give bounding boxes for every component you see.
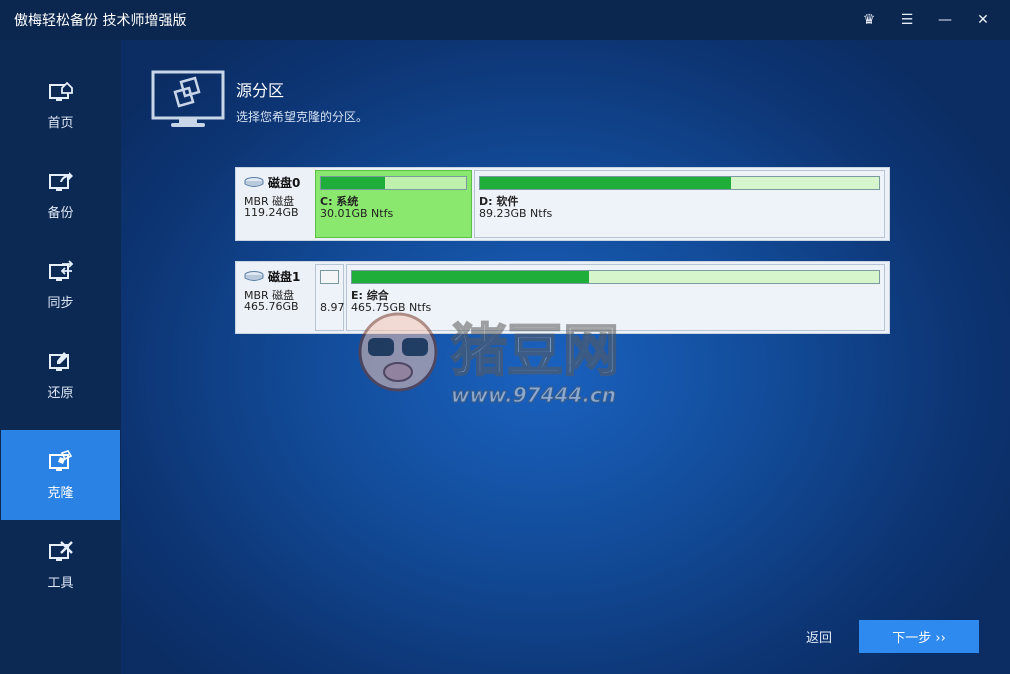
disk-panel-0: 磁盘0 MBR 磁盘 119.24GB C: 系统 30.01GB Ntfs D… xyxy=(235,167,890,241)
sidebar-item-label: 克隆 xyxy=(47,485,74,501)
sidebar-item-label: 首页 xyxy=(47,115,74,131)
disk-size: 465.76GB xyxy=(244,300,299,313)
partition-info: 465.75GB Ntfs xyxy=(351,301,432,314)
back-button[interactable]: 返回 xyxy=(793,620,845,652)
tools-monitor-icon xyxy=(48,540,73,561)
partition-e[interactable]: E: 综合 465.75GB Ntfs xyxy=(346,264,885,331)
sidebar-item-tools[interactable]: 工具 xyxy=(0,520,121,610)
clone-monitor-icon xyxy=(48,449,72,471)
sidebar-item-restore[interactable]: 还原 xyxy=(0,330,121,420)
disk-info: 磁盘0 MBR 磁盘 119.24GB xyxy=(236,168,314,240)
close-icon[interactable]: ✕ xyxy=(964,0,1002,40)
usage-bar xyxy=(351,270,880,284)
disk-size: 119.24GB xyxy=(244,206,299,219)
usage-bar xyxy=(479,176,880,190)
sidebar-item-label: 工具 xyxy=(47,575,74,591)
next-button[interactable]: 下一步 ›› xyxy=(859,620,979,653)
disk-info: 磁盘1 MBR 磁盘 465.76GB xyxy=(236,262,314,333)
sidebar: 首页 备份 同步 还原 克隆 工具 xyxy=(0,40,121,674)
sync-monitor-icon xyxy=(48,259,73,281)
disk-icon xyxy=(244,271,264,281)
sidebar-item-label: 还原 xyxy=(47,385,74,401)
partition-small[interactable]: 8.97 xyxy=(315,264,345,331)
sidebar-item-sync[interactable]: 同步 xyxy=(0,240,121,330)
partition-clone-icon xyxy=(151,70,225,127)
disk-panel-1: 磁盘1 MBR 磁盘 465.76GB 8.97 E: 综合 465.75GB … xyxy=(235,261,890,334)
usage-bar xyxy=(320,270,339,284)
disk-name: 磁盘0 xyxy=(268,176,301,190)
sidebar-item-clone[interactable]: 克隆 xyxy=(1,430,120,520)
window-controls: ♛ ☰ — ✕ xyxy=(850,0,1002,40)
backup-monitor-icon xyxy=(48,171,73,191)
partition-info: 89.23GB Ntfs xyxy=(479,207,553,220)
title-bar: 傲梅轻松备份 技术师增强版 ♛ ☰ — ✕ xyxy=(0,0,1010,40)
minimize-icon[interactable]: — xyxy=(926,0,964,40)
partition-d[interactable]: D: 软件 89.23GB Ntfs xyxy=(474,170,885,238)
sidebar-item-backup[interactable]: 备份 xyxy=(0,150,121,240)
home-monitor-icon xyxy=(48,81,73,101)
partition-c[interactable]: C: 系统 30.01GB Ntfs xyxy=(315,170,472,238)
usage-bar xyxy=(320,176,467,190)
partition-info: 8.97 xyxy=(320,301,345,314)
page-title: 源分区 xyxy=(236,81,285,100)
crown-icon[interactable]: ♛ xyxy=(850,0,888,40)
restore-monitor-icon xyxy=(48,351,69,371)
page-subtitle: 选择您希望克隆的分区。 xyxy=(236,110,369,124)
menu-icon[interactable]: ☰ xyxy=(888,0,926,40)
partition-info: 30.01GB Ntfs xyxy=(320,207,394,220)
main-panel: 源分区 选择您希望克隆的分区。 磁盘0 MBR 磁盘 119.24GB C: 系… xyxy=(121,40,1010,674)
app-title: 傲梅轻松备份 技术师增强版 xyxy=(14,13,187,29)
sidebar-item-label: 同步 xyxy=(47,295,74,311)
svg-text:www.97444.cn: www.97444.cn xyxy=(451,383,616,407)
disk-name: 磁盘1 xyxy=(268,270,301,284)
sidebar-item-home[interactable]: 首页 xyxy=(0,60,121,150)
sidebar-item-label: 备份 xyxy=(47,205,74,221)
disk-icon xyxy=(244,177,264,187)
